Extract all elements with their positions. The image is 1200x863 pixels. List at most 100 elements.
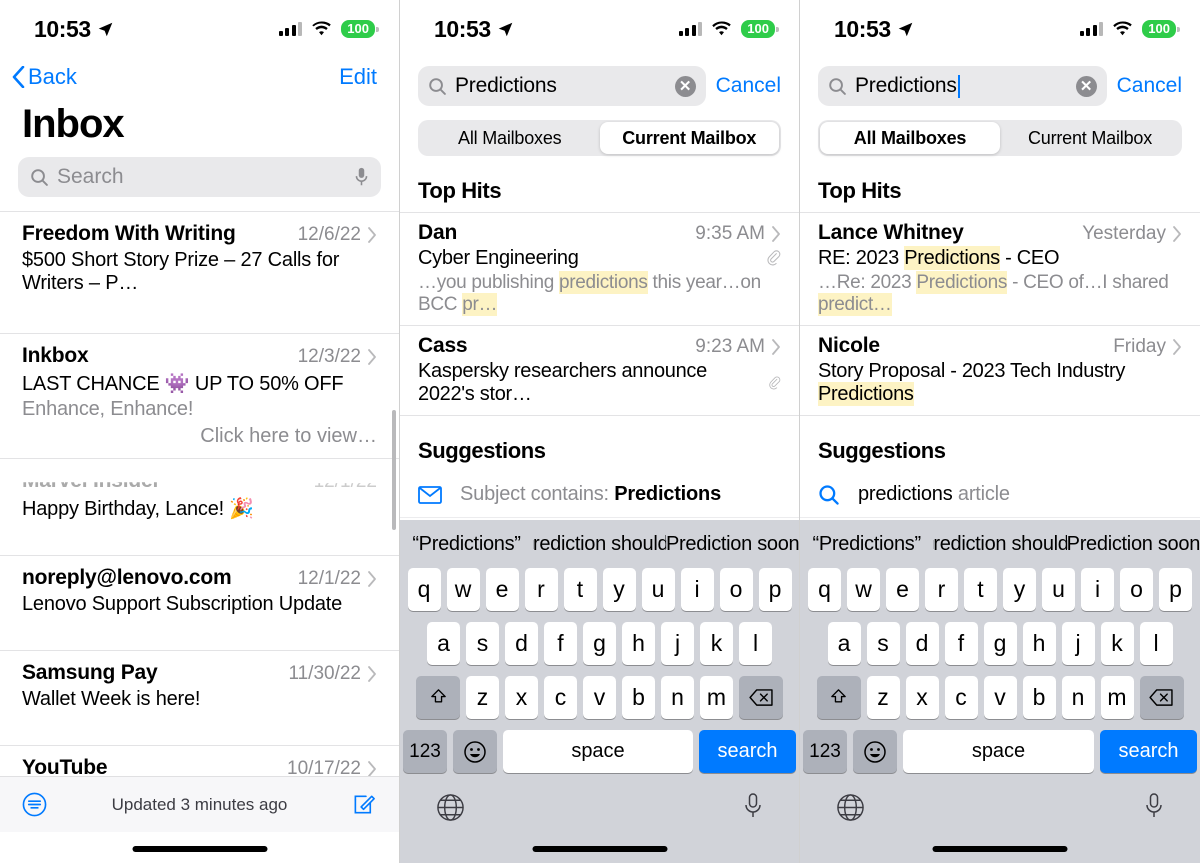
key-z[interactable]: z [466,676,499,719]
clear-search-icon[interactable]: ✕ [674,75,696,97]
table-row[interactable]: Samsung Pay 11/30/22 Wallet Week is here… [0,650,399,745]
shift-key[interactable] [816,676,861,719]
key-m[interactable]: m [700,676,733,719]
key-g[interactable]: g [983,622,1017,665]
key-q[interactable]: q [808,568,841,611]
key-s[interactable]: s [466,622,499,665]
key-t[interactable]: t [563,568,597,611]
prediction-0[interactable]: “Predictions” [400,533,533,556]
key-e[interactable]: e [886,568,919,611]
key-h[interactable]: h [1022,622,1056,665]
key-c[interactable]: c [944,676,978,719]
list-item[interactable]: Nicole Friday Story Proposal - 2023 Tech… [800,325,1200,415]
key-b[interactable]: b [622,676,655,719]
scope-segmented-control[interactable]: All Mailboxes Current Mailbox [818,120,1182,156]
key-x[interactable]: x [505,676,538,719]
key-x[interactable]: x [905,676,939,719]
table-row[interactable]: Inkbox 12/3/22 LAST CHANCE 👾 UP TO 50% O… [0,333,399,458]
search-input[interactable]: Search [18,157,381,197]
cancel-button[interactable]: Cancel [716,74,781,98]
list-item[interactable]: predictions article [800,472,1200,517]
scope-segmented-control[interactable]: All Mailboxes Current Mailbox [418,120,781,156]
edit-button[interactable]: Edit [339,64,377,90]
key-w[interactable]: w [847,568,880,611]
key-r[interactable]: r [925,568,958,611]
key-p[interactable]: p [758,568,792,611]
key-r[interactable]: r [524,568,558,611]
scrollbar[interactable] [392,410,396,530]
search-key[interactable]: search [1100,730,1197,773]
emoji-key[interactable] [853,730,897,773]
key-w[interactable]: w [446,568,480,611]
prediction-0[interactable]: “Predictions” [800,533,933,556]
list-item[interactable]: Lance Whitney Yesterday RE: 2023 Predict… [800,212,1200,325]
table-row[interactable]: Marvel Insider 12/1/22 Happy Birthday, L… [0,458,399,555]
numbers-key[interactable]: 123 [803,730,847,773]
search-input[interactable]: Predictions ✕ [818,66,1107,106]
backspace-key[interactable] [1139,676,1184,719]
key-b[interactable]: b [1022,676,1056,719]
space-key[interactable]: space [903,730,1094,773]
microphone-icon[interactable] [1144,792,1164,822]
list-item[interactable]: Subject contains: Predictions [400,472,799,517]
clear-search-icon[interactable]: ✕ [1075,75,1097,97]
key-d[interactable]: d [505,622,538,665]
emoji-key[interactable] [453,730,497,773]
key-h[interactable]: h [622,622,655,665]
key-u[interactable]: u [1042,568,1075,611]
compose-icon[interactable] [352,792,377,817]
globe-icon[interactable] [436,793,465,822]
key-l[interactable]: l [1139,622,1173,665]
filter-icon[interactable] [22,792,47,817]
globe-icon[interactable] [836,793,865,822]
key-n[interactable]: n [661,676,694,719]
segment-current-mailbox[interactable]: Current Mailbox [599,122,779,154]
key-a[interactable]: a [427,622,460,665]
back-button[interactable]: Back [12,64,77,90]
table-row[interactable]: Freedom With Writing 12/6/22 $500 Short … [0,211,399,333]
cancel-button[interactable]: Cancel [1117,74,1182,98]
shift-key[interactable] [416,676,460,719]
list-item[interactable]: Cass 9:23 AM Kaspersky researchers annou… [400,325,799,415]
key-g[interactable]: g [583,622,616,665]
key-a[interactable]: a [827,622,861,665]
key-y[interactable]: y [602,568,636,611]
key-f[interactable]: f [944,622,978,665]
key-l[interactable]: l [739,622,772,665]
key-f[interactable]: f [544,622,577,665]
search-key[interactable]: search [699,730,796,773]
prediction-1[interactable]: rediction should [933,533,1067,556]
key-s[interactable]: s [866,622,900,665]
key-t[interactable]: t [964,568,997,611]
key-k[interactable]: k [700,622,733,665]
key-o[interactable]: o [1120,568,1153,611]
key-v[interactable]: v [983,676,1017,719]
prediction-2[interactable]: Prediction soon [1066,533,1200,556]
prediction-2[interactable]: Prediction soon [666,533,799,556]
key-j[interactable]: j [1061,622,1095,665]
key-q[interactable]: q [407,568,441,611]
key-n[interactable]: n [1061,676,1095,719]
segment-all-mailboxes[interactable]: All Mailboxes [820,122,1000,154]
key-i[interactable]: i [680,568,714,611]
key-u[interactable]: u [641,568,675,611]
microphone-icon[interactable] [354,166,369,188]
microphone-icon[interactable] [743,792,763,822]
list-item[interactable]: Dan 9:35 AM Cyber Engineering …you publi… [400,212,799,325]
key-e[interactable]: e [485,568,519,611]
key-p[interactable]: p [1159,568,1192,611]
key-j[interactable]: j [661,622,694,665]
table-row[interactable]: noreply@lenovo.com 12/1/22 Lenovo Suppor… [0,555,399,650]
key-m[interactable]: m [1100,676,1134,719]
segment-all-mailboxes[interactable]: All Mailboxes [420,122,600,154]
segment-current-mailbox[interactable]: Current Mailbox [1000,122,1180,154]
numbers-key[interactable]: 123 [403,730,447,773]
backspace-key[interactable] [739,676,783,719]
key-i[interactable]: i [1081,568,1114,611]
space-key[interactable]: space [503,730,693,773]
key-k[interactable]: k [1100,622,1134,665]
key-c[interactable]: c [544,676,577,719]
search-input[interactable]: Predictions ✕ [418,66,706,106]
prediction-1[interactable]: rediction should [533,533,666,556]
key-y[interactable]: y [1003,568,1036,611]
